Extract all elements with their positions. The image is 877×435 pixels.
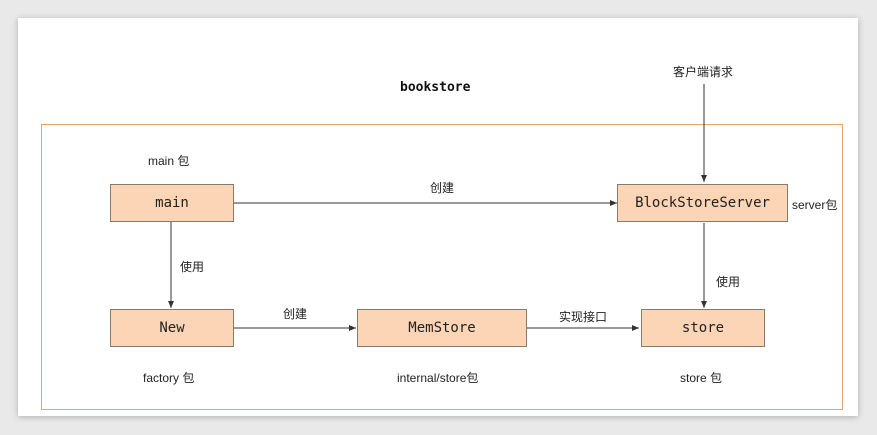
label-client-request: 客户端请求	[673, 65, 734, 79]
label-main-package: main 包	[148, 154, 190, 168]
node-memstore: MemStore	[357, 309, 527, 347]
node-main: main	[110, 184, 234, 222]
label-factory-package: factory 包	[143, 371, 195, 385]
node-new: New	[110, 309, 234, 347]
edge-label-main-new: 使用	[180, 260, 205, 274]
label-server-package: server包	[792, 198, 838, 212]
edge-label-server-store: 使用	[716, 275, 741, 289]
edge-label-main-server: 创建	[430, 181, 455, 195]
node-store: store	[641, 309, 765, 347]
edge-label-memstore-store: 实现接口	[559, 310, 608, 324]
node-blockstoreserver: BlockStoreServer	[617, 184, 788, 222]
label-store-package: store 包	[680, 371, 723, 385]
label-internal-store-package: internal/store包	[397, 371, 479, 385]
edge-label-new-memstore: 创建	[283, 307, 308, 321]
